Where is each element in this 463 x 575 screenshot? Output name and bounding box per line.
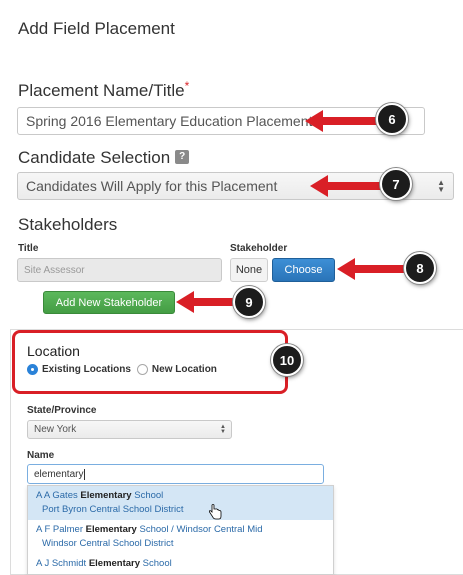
location-results-dropdown: A A Gates Elementary School Port Byron C… [27,485,334,575]
result-suffix: School / Windsor Central Mid [136,524,263,535]
result-district: Port Byron Central School District [42,504,184,515]
required-mark: * [184,79,190,93]
candidate-selection-label-text: Candidate Selection [18,148,171,167]
add-new-stakeholder-button[interactable]: Add New Stakeholder [43,291,175,314]
stakeholder-title-input[interactable]: Site Assessor [17,258,222,282]
result-suffix: School [140,558,172,569]
hand-cursor-icon [209,504,222,520]
location-radio-group: Existing Locations New Location [27,364,217,375]
location-name-value: elementary [34,468,84,480]
existing-locations-radio[interactable]: Existing Locations [27,364,131,375]
radio-unselected-icon [136,364,148,375]
candidate-selection-value: Candidates Will Apply for this Placement [26,178,278,194]
callout-7: 7 [380,168,412,200]
callout-9: 9 [233,286,265,318]
text-cursor [84,468,86,480]
result-item[interactable]: A J Schmidt Elementary School [28,554,333,574]
placement-label: Placement Name/Title* [18,79,190,101]
result-prefix: A A Gates [36,490,81,501]
location-highlight-box [12,330,288,394]
stakeholder-title-placeholder: Site Assessor [24,264,85,276]
result-match: Elementary [85,524,137,535]
help-icon[interactable]: ? [175,149,190,164]
stakeholder-col-label: Stakeholder [230,243,288,254]
stakeholders-label: Stakeholders [18,215,118,234]
result-district: Windsor Central School District [42,538,174,549]
result-prefix: A F Palmer [36,524,86,535]
result-match: Elementary [80,490,132,501]
name-label: Name [27,450,55,461]
choose-button[interactable]: Choose [272,258,335,282]
candidate-selection-label: Candidate Selection? [18,148,190,168]
placement-label-text: Placement Name/Title [18,81,185,100]
red-arrow-icon [176,291,235,313]
state-label: State/Province [27,405,97,416]
stakeholder-title-col-label: Title [18,243,39,254]
new-location-label: New Location [151,364,217,375]
red-arrow-icon [337,258,408,280]
placement-name-value: Spring 2016 Elementary Education Placeme… [26,113,313,129]
callout-10: 10 [271,344,303,376]
callout-6: 6 [376,103,408,135]
location-label: Location [27,343,80,359]
result-match: Elementary [88,558,141,569]
red-arrow-icon [305,110,379,132]
result-item[interactable]: A A Gates Elementary School Port Byron C… [28,486,333,520]
red-arrow-icon [310,175,384,197]
radio-selected-icon [27,364,38,375]
new-location-radio[interactable]: New Location [136,364,217,375]
callout-8: 8 [404,252,436,284]
state-value: New York [34,424,77,435]
state-select-arrows-icon: ▲ ▼ [220,423,226,435]
result-item[interactable]: A F Palmer Elementary School / Windsor C… [28,520,333,554]
state-select[interactable]: New York ▲ ▼ [27,420,232,439]
result-suffix: School [131,490,164,501]
existing-locations-label: Existing Locations [42,364,131,375]
page-title: Add Field Placement [18,19,175,38]
none-button[interactable]: None [230,258,268,282]
select-arrows-icon: ▲ ▼ [437,178,445,194]
location-name-input[interactable]: elementary [27,464,324,484]
result-prefix: A J Schmidt [36,558,89,569]
